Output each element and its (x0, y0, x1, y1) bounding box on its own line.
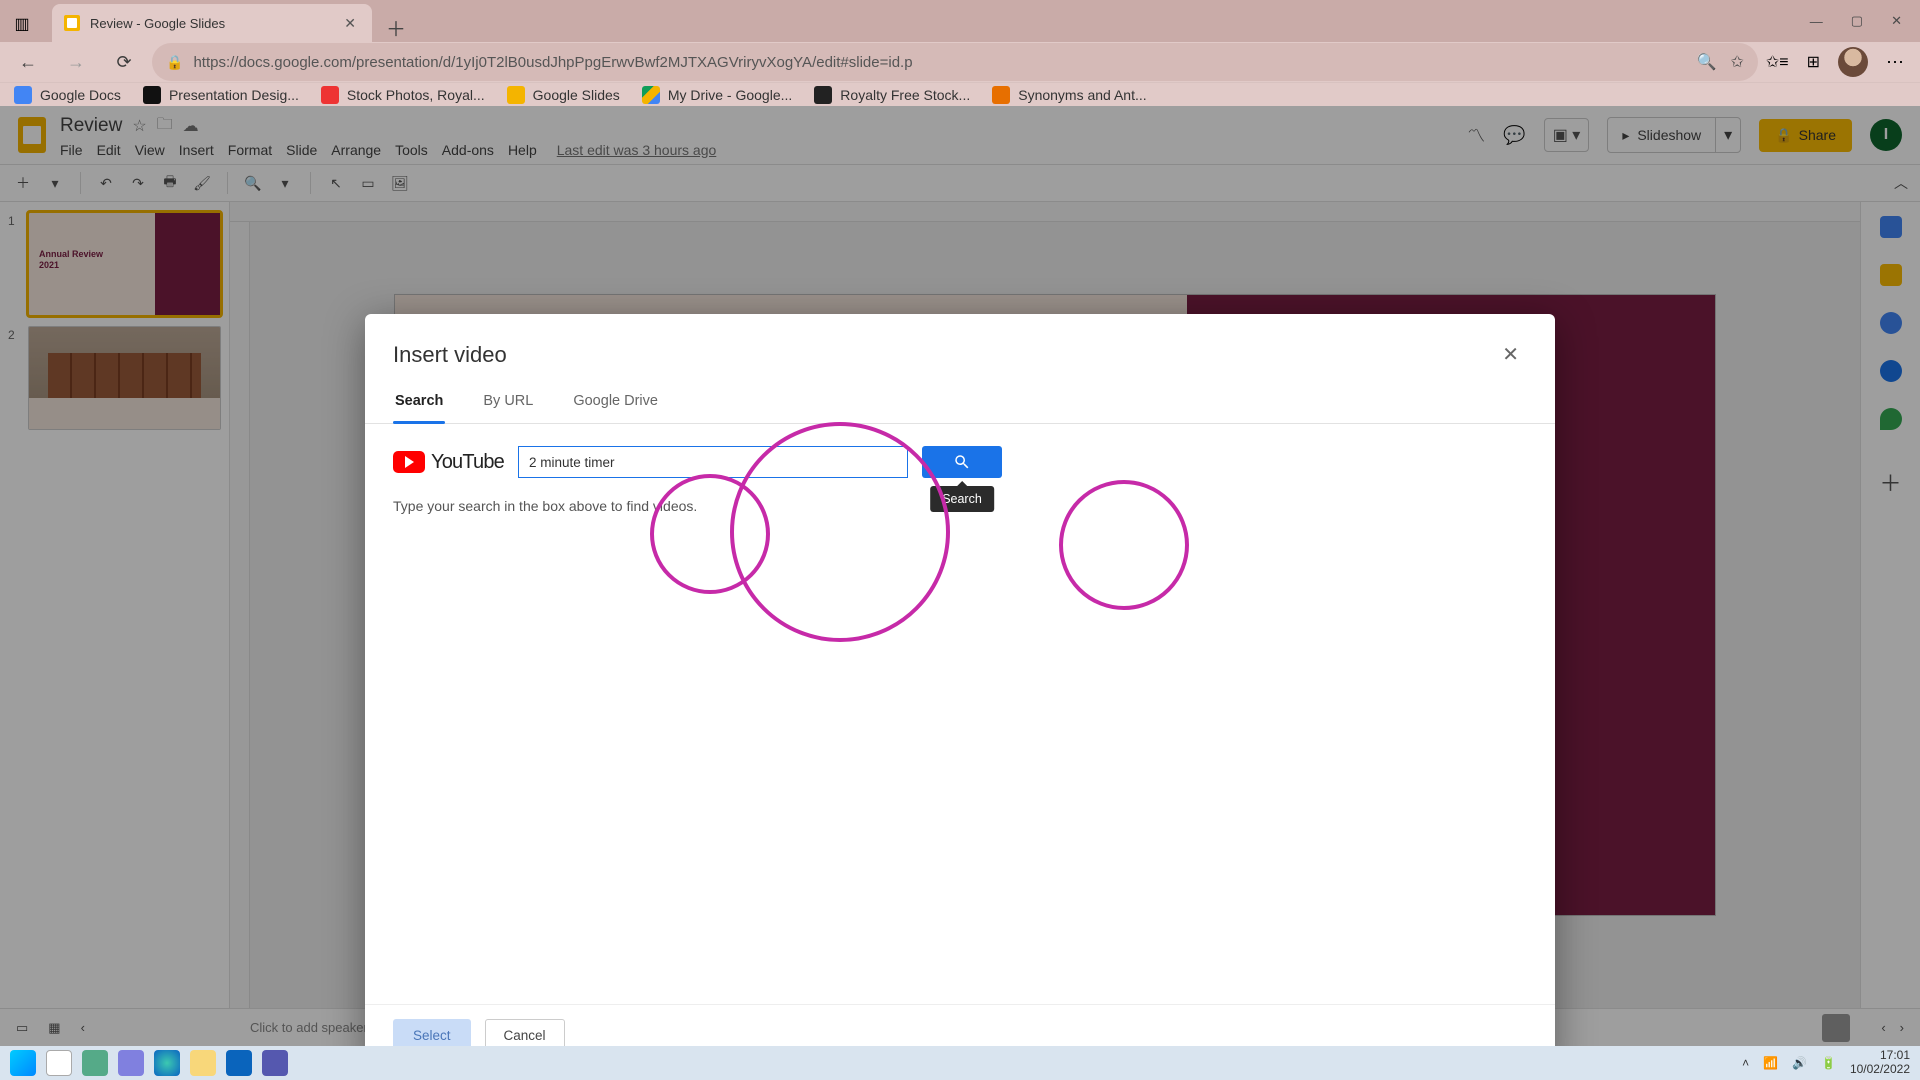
video-search-button[interactable]: Search (922, 446, 1002, 478)
task-view-button[interactable] (82, 1050, 108, 1076)
reload-button[interactable]: ⟳ (104, 42, 144, 82)
chat-button[interactable] (118, 1050, 144, 1076)
url-text: https://docs.google.com/presentation/d/1… (193, 54, 912, 71)
lock-icon: 🔒 (166, 54, 183, 71)
browser-tab-active[interactable]: Review - Google Slides ✕ (52, 4, 372, 42)
outlook-app-icon[interactable] (226, 1050, 252, 1076)
start-button[interactable] (10, 1050, 36, 1076)
tray-overflow-button[interactable]: ˄ (1742, 1056, 1749, 1070)
bookmark-label: Google Slides (533, 87, 620, 103)
bookmark-item[interactable]: Royalty Free Stock... (814, 86, 970, 104)
bookmark-item[interactable]: Google Docs (14, 86, 121, 104)
bookmark-item[interactable]: Stock Photos, Royal... (321, 86, 485, 104)
tab-google-drive[interactable]: Google Drive (571, 383, 660, 423)
modal-tabs: Search By URL Google Drive (365, 383, 1555, 424)
modal-close-button[interactable]: ✕ (1494, 338, 1527, 371)
site-icon (321, 86, 339, 104)
site-icon (992, 86, 1010, 104)
video-search-input[interactable] (518, 446, 908, 478)
tab-by-url[interactable]: By URL (481, 383, 535, 423)
tray-time: 17:01 (1850, 1049, 1910, 1063)
google-slides-app: Review ☆ 🗀 ☁ File Edit View Insert Forma… (0, 106, 1920, 1046)
tab-search[interactable]: Search (393, 383, 445, 423)
bookmark-label: Stock Photos, Royal... (347, 87, 485, 103)
close-window-button[interactable]: ✕ (1891, 13, 1902, 29)
bookmark-item[interactable]: Presentation Desig... (143, 86, 299, 104)
tab-strip: Review - Google Slides ✕ ＋ (44, 0, 1782, 42)
drive-icon (642, 86, 660, 104)
bookmark-item[interactable]: Synonyms and Ant... (992, 86, 1146, 104)
bookmark-label: Presentation Desig... (169, 87, 299, 103)
bookmark-label: Synonyms and Ant... (1018, 87, 1146, 103)
new-tab-button[interactable]: ＋ (380, 13, 412, 42)
tab-title: Review - Google Slides (90, 16, 330, 31)
battery-icon[interactable]: 🔋 (1821, 1056, 1836, 1070)
close-tab-button[interactable]: ✕ (340, 11, 360, 36)
slides-favicon-icon (64, 15, 80, 31)
search-icon (953, 453, 971, 471)
nav-bar: ← → ⟳ 🔒 https://docs.google.com/presenta… (0, 42, 1920, 82)
bookmark-item[interactable]: My Drive - Google... (642, 86, 792, 104)
window-controls: ― ▢ ✕ (1782, 0, 1920, 42)
zoom-icon[interactable]: 🔍 (1697, 52, 1717, 72)
teams-app-icon[interactable] (262, 1050, 288, 1076)
slides-icon (507, 86, 525, 104)
system-tray: ˄ 📶 🔊 🔋 17:01 10/02/2022 (1742, 1049, 1910, 1077)
favorite-icon[interactable]: ✩ (1730, 52, 1743, 72)
insert-video-modal: Insert video ✕ Search By URL Google Driv… (365, 314, 1555, 1074)
profile-avatar[interactable] (1838, 47, 1868, 77)
windows-taskbar: ˄ 📶 🔊 🔋 17:01 10/02/2022 (0, 1046, 1920, 1080)
site-icon (143, 86, 161, 104)
search-tooltip: Search (930, 486, 994, 512)
maximize-button[interactable]: ▢ (1851, 13, 1863, 29)
browser-menu-button[interactable]: ⋯ (1886, 52, 1906, 73)
collections-icon[interactable]: ⊞ (1807, 52, 1820, 72)
address-bar[interactable]: 🔒 https://docs.google.com/presentation/d… (152, 43, 1758, 81)
taskbar-search-button[interactable] (46, 1050, 72, 1076)
youtube-play-icon (393, 451, 425, 473)
minimize-button[interactable]: ― (1810, 14, 1823, 29)
tab-actions-button[interactable]: ▥ (4, 6, 40, 42)
bookmark-label: Google Docs (40, 87, 121, 103)
volume-icon[interactable]: 🔊 (1792, 1056, 1807, 1070)
favorites-list-icon[interactable]: ✩≡ (1766, 52, 1789, 72)
clock[interactable]: 17:01 10/02/2022 (1850, 1049, 1910, 1077)
docs-icon (14, 86, 32, 104)
youtube-wordmark: YouTube (431, 451, 504, 474)
tray-date: 10/02/2022 (1850, 1063, 1910, 1077)
forward-button[interactable]: → (56, 42, 96, 82)
bookmark-label: Royalty Free Stock... (840, 87, 970, 103)
browser-chrome: ▥ Review - Google Slides ✕ ＋ ― ▢ ✕ ← → ⟳… (0, 0, 1920, 106)
bookmark-item[interactable]: Google Slides (507, 86, 620, 104)
site-icon (814, 86, 832, 104)
youtube-logo: YouTube (393, 451, 504, 474)
modal-title: Insert video (393, 342, 507, 368)
back-button[interactable]: ← (8, 42, 48, 82)
wifi-icon[interactable]: 📶 (1763, 1056, 1778, 1070)
bookmark-label: My Drive - Google... (668, 87, 792, 103)
bookmarks-bar: Google Docs Presentation Desig... Stock … (0, 82, 1920, 106)
edge-app-icon[interactable] (154, 1050, 180, 1076)
explorer-app-icon[interactable] (190, 1050, 216, 1076)
